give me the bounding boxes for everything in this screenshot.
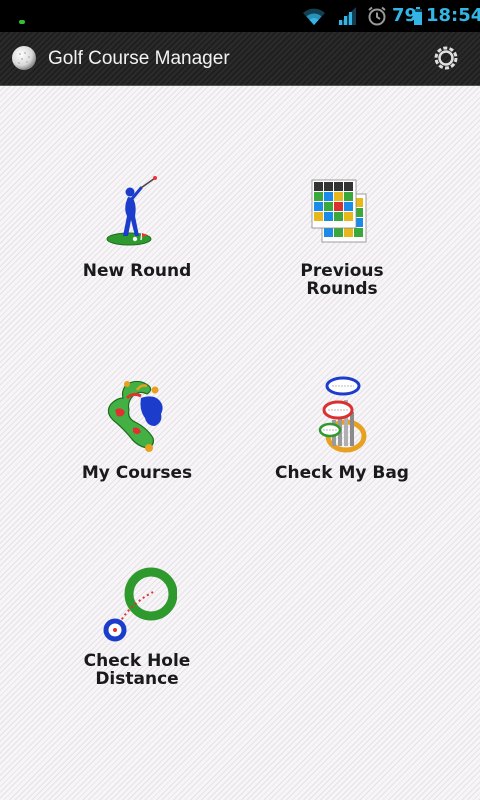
my-courses-label: My Courses: [81, 463, 193, 483]
notification-led-icon: [19, 20, 25, 24]
scorecards-icon: [311, 179, 367, 243]
golf-bag-icon: [318, 376, 367, 453]
app-title-bar: Golf Course Manager: [0, 32, 480, 86]
settings-button[interactable]: [430, 42, 462, 74]
wifi-icon: [303, 8, 325, 25]
new-round-button[interactable]: New Round: [37, 174, 237, 280]
check-hole-distance-label: Check Hole Distance: [83, 651, 191, 689]
previous-rounds-label: Previous Rounds: [300, 261, 384, 299]
check-hole-distance-button[interactable]: Check Hole Distance: [37, 564, 237, 688]
app-title: Golf Course Manager: [48, 48, 230, 69]
cell-signal-icon: [338, 7, 356, 25]
status-bar: 79 18:54: [0, 0, 480, 32]
new-round-label: New Round: [82, 261, 192, 281]
golf-course-map-icon: [107, 380, 163, 452]
distance-target-icon: [103, 567, 178, 642]
main-menu: New Round Previous Rounds My Courses Che…: [0, 86, 480, 800]
my-courses-button[interactable]: My Courses: [37, 376, 237, 482]
golf-ball-icon: [12, 46, 36, 70]
settings-icon: [434, 46, 458, 70]
previous-rounds-button[interactable]: Previous Rounds: [242, 174, 442, 298]
alarm-clock-icon: [368, 6, 386, 26]
battery-icon: [414, 7, 422, 25]
check-my-bag-label: Check My Bag: [275, 463, 409, 483]
golfer-icon: [106, 176, 157, 246]
check-my-bag-button[interactable]: Check My Bag: [242, 376, 442, 482]
clock-text: 18:54: [426, 5, 480, 26]
